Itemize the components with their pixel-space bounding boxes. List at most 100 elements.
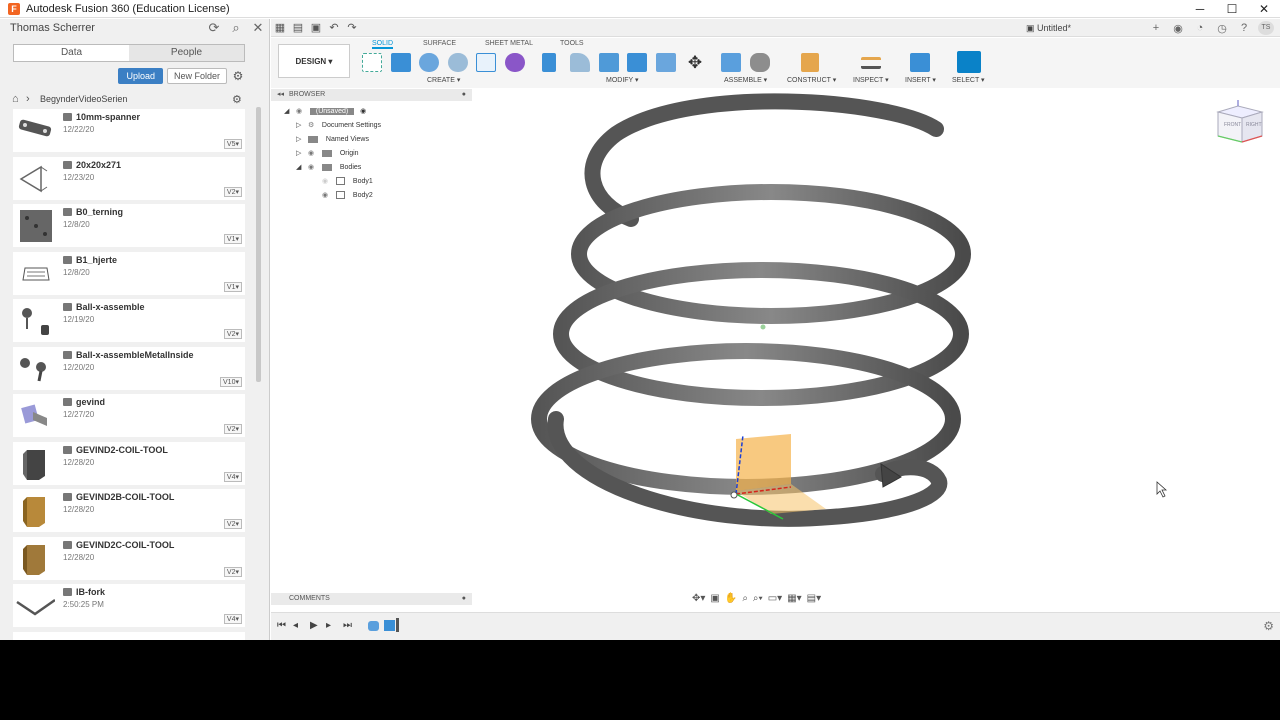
list-item-partial[interactable] (13, 631, 245, 640)
tab-solid[interactable]: SOLID (372, 40, 394, 49)
tab-data[interactable]: Data (14, 45, 129, 61)
viewcube[interactable]: FRONT RIGHT (1212, 98, 1268, 148)
split-body-icon[interactable] (656, 53, 676, 72)
assemble-group-label[interactable]: ASSEMBLE ▾ (724, 76, 767, 84)
revolve-icon[interactable] (419, 53, 439, 72)
fit-icon[interactable]: ⌕▾ (753, 593, 763, 607)
upload-button[interactable]: Upload (118, 68, 163, 84)
go-to-end-icon[interactable]: ⏭ (343, 620, 352, 631)
list-item[interactable]: B0_terning 12/8/20 V1▾ (13, 204, 245, 247)
pan-icon[interactable]: ✋ (725, 593, 737, 607)
timeline-settings-icon[interactable]: ⚙ (1263, 619, 1274, 633)
home-icon[interactable]: ⌂ (12, 93, 26, 105)
hole-icon[interactable] (448, 53, 468, 72)
expand-icon[interactable]: ▷ (296, 134, 306, 146)
collapse-icon[interactable]: ◢ (296, 162, 306, 174)
version-badge[interactable]: V1▾ (223, 234, 242, 244)
close-panel-icon[interactable]: ✕ (247, 20, 269, 36)
expand-icon[interactable]: ▷ (296, 148, 306, 160)
version-badge[interactable]: V5▾ (223, 139, 242, 149)
measure-icon[interactable] (861, 57, 881, 69)
user-name[interactable]: Thomas Scherrer (10, 22, 203, 34)
version-badge[interactable]: V2▾ (223, 186, 242, 197)
workspace-switcher[interactable]: DESIGN ▾ (278, 44, 350, 78)
timeline-feature-extrude-icon[interactable] (368, 621, 379, 631)
version-badge[interactable]: V1▾ (223, 281, 242, 292)
list-item[interactable]: B1_hjerte 12/8/20 V1▾ (13, 251, 245, 295)
expand-icon[interactable]: ▷ (296, 120, 306, 132)
version-badge[interactable]: V2▾ (223, 424, 242, 434)
avatar[interactable]: TS (1258, 21, 1274, 35)
version-badge[interactable]: V2▾ (223, 566, 242, 577)
notifications-icon[interactable]: ◷ (1214, 22, 1230, 35)
list-item[interactable]: Ball-x-assemble 12/19/20 V2▾ (13, 299, 245, 342)
zoom-icon[interactable]: ⌕ (742, 593, 748, 607)
joint-icon[interactable] (750, 53, 770, 72)
collapse-icon[interactable]: ◢ (284, 106, 294, 118)
move-copy-icon[interactable]: ✥ (685, 53, 705, 72)
browser-header[interactable]: ◂◂ BROWSER ● (271, 89, 472, 101)
3d-viewport[interactable] (271, 89, 1280, 611)
close-window-icon[interactable]: ✕ (1248, 0, 1280, 18)
tab-surface[interactable]: SURFACE (423, 40, 456, 47)
tree-item-body1[interactable]: ◉ Body1 (322, 176, 373, 188)
activate-radio-icon[interactable]: ◉ (360, 108, 366, 115)
tree-item-origin[interactable]: ▷ ◉ Origin (296, 148, 359, 160)
visibility-eye-off-icon[interactable]: ◉ (322, 176, 334, 188)
step-back-icon[interactable]: ◂ (293, 620, 298, 631)
add-tab-icon[interactable]: + (1148, 22, 1164, 34)
tab-people[interactable]: People (129, 45, 244, 61)
extrude-icon[interactable] (391, 53, 411, 72)
minimize-icon[interactable]: ─ (1184, 0, 1216, 18)
insert-group-label[interactable]: INSERT ▾ (905, 76, 936, 84)
version-badge[interactable]: V2▾ (223, 329, 242, 339)
modify-group-label[interactable]: MODIFY ▾ (606, 76, 639, 84)
construct-group-label[interactable]: CONSTRUCT ▾ (787, 76, 836, 84)
visibility-eye-icon[interactable]: ◉ (308, 148, 320, 160)
visibility-eye-icon[interactable]: ◉ (322, 190, 334, 202)
pin-icon[interactable]: ● (462, 593, 466, 605)
version-badge[interactable]: V4▾ (223, 471, 242, 482)
insert-image-icon[interactable] (910, 53, 930, 72)
list-item[interactable]: GEVIND2-COIL-TOOL 12/28/20 V4▾ (13, 441, 245, 485)
file-menu-icon[interactable]: ▤ (289, 21, 307, 34)
inspect-group-label[interactable]: INSPECT ▾ (853, 76, 889, 84)
timeline-marker[interactable] (396, 618, 399, 632)
undo-icon[interactable]: ↶ (325, 21, 343, 34)
list-item[interactable]: 20x20x271 12/23/20 V2▾ (13, 156, 245, 200)
list-item[interactable]: GEVIND2B-COIL-TOOL 12/28/20 V2▾ (13, 489, 245, 532)
create-group-label[interactable]: CREATE ▾ (427, 76, 460, 84)
tree-item-bodies[interactable]: ◢ ◉ Bodies (296, 162, 361, 174)
grid-apps-icon[interactable]: ▦ (271, 21, 289, 34)
orbit-icon[interactable]: ✥▾ (692, 593, 705, 607)
breadcrumb-folder[interactable]: BegynderVideoSerien (40, 94, 232, 104)
tab-sheet-metal[interactable]: SHEET METAL (485, 40, 533, 47)
pin-icon[interactable]: ● (462, 89, 466, 101)
list-item[interactable]: GEVIND2C-COIL-TOOL 12/28/20 V2▾ (13, 536, 245, 580)
extensions-icon[interactable]: ◉ (1170, 22, 1186, 35)
visibility-eye-icon[interactable]: ◉ (296, 106, 308, 118)
list-item[interactable]: 10mm-spanner 12/22/20 V5▾ (13, 109, 245, 152)
tree-item-body2[interactable]: ◉ Body2 (322, 190, 373, 202)
tab-tools[interactable]: TOOLS (560, 40, 584, 47)
search-icon[interactable]: ⌕ (225, 20, 247, 36)
grid-settings-icon[interactable]: ▦▾ (787, 593, 801, 607)
shell-icon[interactable] (599, 53, 619, 72)
create-form-icon[interactable] (505, 53, 525, 72)
version-badge[interactable]: V4▾ (223, 614, 242, 624)
offset-plane-icon[interactable] (801, 53, 819, 72)
refresh-icon[interactable]: ⟳ (203, 20, 225, 36)
look-at-icon[interactable]: ▣ (710, 593, 719, 607)
step-forward-icon[interactable]: ▸ (326, 620, 331, 631)
gear-icon[interactable]: ⚙ (231, 69, 245, 83)
create-sketch-icon[interactable] (362, 53, 382, 72)
list-item[interactable]: Ball-x-assembleMetalInside 12/20/20 V10▾ (13, 346, 245, 390)
document-tab[interactable]: ▣ Untitled* (1026, 19, 1071, 37)
collapse-browser-icon[interactable]: ◂◂ (277, 89, 284, 101)
new-folder-button[interactable]: New Folder (166, 68, 227, 84)
list-item[interactable]: IB-fork 2:50:25 PM V4▾ (13, 584, 245, 627)
maximize-icon[interactable]: ☐ (1216, 0, 1248, 18)
press-pull-icon[interactable] (542, 53, 556, 72)
select-icon[interactable] (957, 51, 981, 73)
timeline-feature-coil-icon[interactable] (384, 620, 395, 631)
